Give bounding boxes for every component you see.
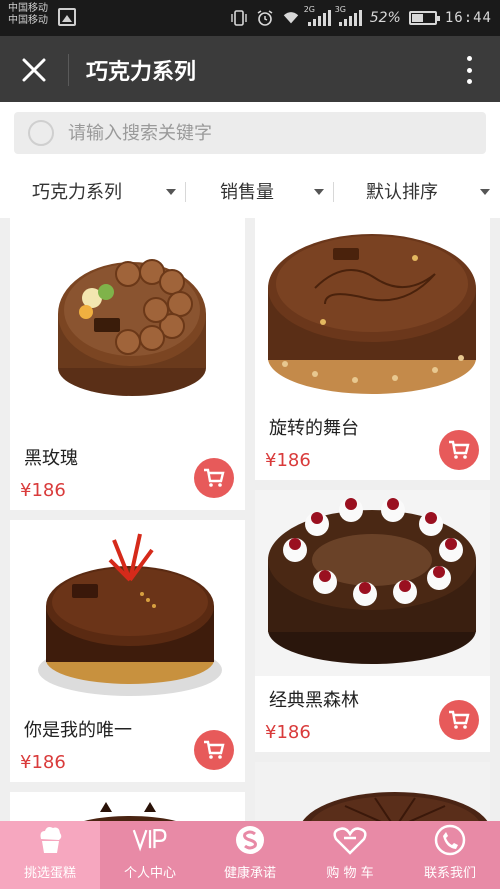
carrier-labels: 中国移动 中国移动	[8, 3, 48, 27]
signal-1-icon: 2G	[304, 5, 331, 26]
cart-icon	[204, 468, 225, 487]
product-price: ¥186	[20, 752, 66, 773]
health-promise-icon	[232, 822, 268, 858]
app-bar-divider	[68, 54, 69, 86]
product-card[interactable]: 旋转的舞台 ¥186	[255, 218, 490, 480]
tab-personal-center[interactable]: 个人中心	[100, 821, 200, 889]
add-to-cart-button[interactable]	[439, 430, 479, 470]
battery-icon	[408, 11, 440, 25]
clock: 16:44	[444, 10, 492, 26]
vibrate-icon	[230, 9, 248, 27]
more-options-button[interactable]	[458, 52, 480, 88]
product-price: ¥186	[265, 450, 311, 471]
tab-pick-cake[interactable]: 挑选蛋糕	[0, 821, 100, 889]
carrier-1: 中国移动	[8, 3, 48, 14]
network-2-label: 3G	[334, 5, 347, 14]
product-name: 经典黑森林	[269, 690, 359, 711]
search-input[interactable]	[68, 122, 448, 144]
product-image	[58, 259, 206, 396]
gallery-notification-icon	[58, 8, 76, 26]
close-button[interactable]	[12, 48, 56, 92]
product-price: ¥186	[20, 480, 66, 501]
product-image	[255, 762, 490, 821]
product-image	[268, 234, 476, 394]
tab-label: 健康承诺	[223, 866, 276, 881]
alarm-icon	[256, 9, 274, 27]
cart-icon	[449, 440, 470, 459]
add-to-cart-button[interactable]	[194, 730, 234, 770]
chevron-down-icon	[480, 189, 490, 195]
wifi-icon	[282, 9, 300, 27]
filter-sort-label: 默认排序	[366, 182, 438, 203]
more-dot-icon	[466, 67, 472, 73]
search-bar	[0, 102, 500, 164]
filter-category[interactable]: 巧克力系列	[0, 164, 186, 218]
carrier-2: 中国移动	[8, 15, 48, 26]
battery-level	[411, 14, 423, 22]
more-dot-icon	[466, 79, 472, 84]
close-icon	[22, 58, 46, 82]
bottom-tab-bar: 挑选蛋糕 个人中心 健康承诺 购 物 车 联系我们	[0, 821, 500, 889]
more-dot-icon	[466, 56, 472, 61]
search-icon	[28, 120, 54, 146]
cart-icon	[332, 822, 368, 858]
cart-icon	[204, 740, 225, 759]
filter-sales-label: 销售量	[220, 182, 274, 203]
product-name: 你是我的唯一	[24, 720, 132, 741]
tab-label: 个人中心	[123, 866, 176, 881]
cart-icon	[449, 710, 470, 729]
tab-label: 联系我们	[423, 866, 476, 881]
product-card[interactable]	[10, 792, 245, 821]
filter-sort[interactable]: 默认排序	[334, 164, 500, 218]
tab-label: 挑选蛋糕	[23, 866, 76, 881]
product-image	[84, 802, 176, 821]
product-card[interactable]	[255, 762, 490, 821]
status-bar: 中国移动 中国移动 2G 3G 52% 16:44	[0, 0, 500, 36]
product-card[interactable]: 黑玫瑰 ¥186	[10, 218, 245, 510]
product-grid: 黑玫瑰 ¥186 旋转的舞台 ¥186 你是我的唯一 ¥186 经典黑森林 ¥1…	[0, 218, 500, 821]
product-card[interactable]: 你是我的唯一 ¥186	[10, 520, 245, 782]
chevron-down-icon	[166, 189, 176, 195]
tab-label: 购 物 车	[326, 866, 374, 881]
tab-contact-us[interactable]: 联系我们	[400, 821, 500, 889]
filter-category-label: 巧克力系列	[32, 182, 122, 203]
vip-icon	[132, 822, 168, 858]
add-to-cart-button[interactable]	[439, 700, 479, 740]
tab-cart[interactable]: 购 物 车	[300, 821, 400, 889]
battery-percent: 52%	[369, 10, 401, 26]
product-name: 旋转的舞台	[269, 418, 359, 439]
phone-icon	[432, 822, 468, 858]
search-box[interactable]	[14, 112, 486, 154]
signal-2-icon: 3G	[335, 5, 362, 26]
tab-health-promise[interactable]: 健康承诺	[200, 821, 300, 889]
product-image	[255, 490, 490, 676]
network-1-label: 2G	[303, 5, 316, 14]
add-to-cart-button[interactable]	[194, 458, 234, 498]
page-title: 巧克力系列	[86, 60, 197, 85]
app-bar: 巧克力系列	[0, 36, 500, 102]
status-indicators: 2G 3G 52% 16:44	[230, 0, 492, 36]
product-card[interactable]: 经典黑森林 ¥186	[255, 490, 490, 752]
filter-bar: 巧克力系列 销售量 默认排序	[0, 164, 500, 218]
product-name: 黑玫瑰	[24, 448, 78, 469]
product-image	[38, 533, 222, 696]
chevron-down-icon	[314, 189, 324, 195]
product-price: ¥186	[265, 722, 311, 743]
cake-icon	[32, 822, 68, 858]
filter-sales[interactable]: 销售量	[186, 164, 334, 218]
